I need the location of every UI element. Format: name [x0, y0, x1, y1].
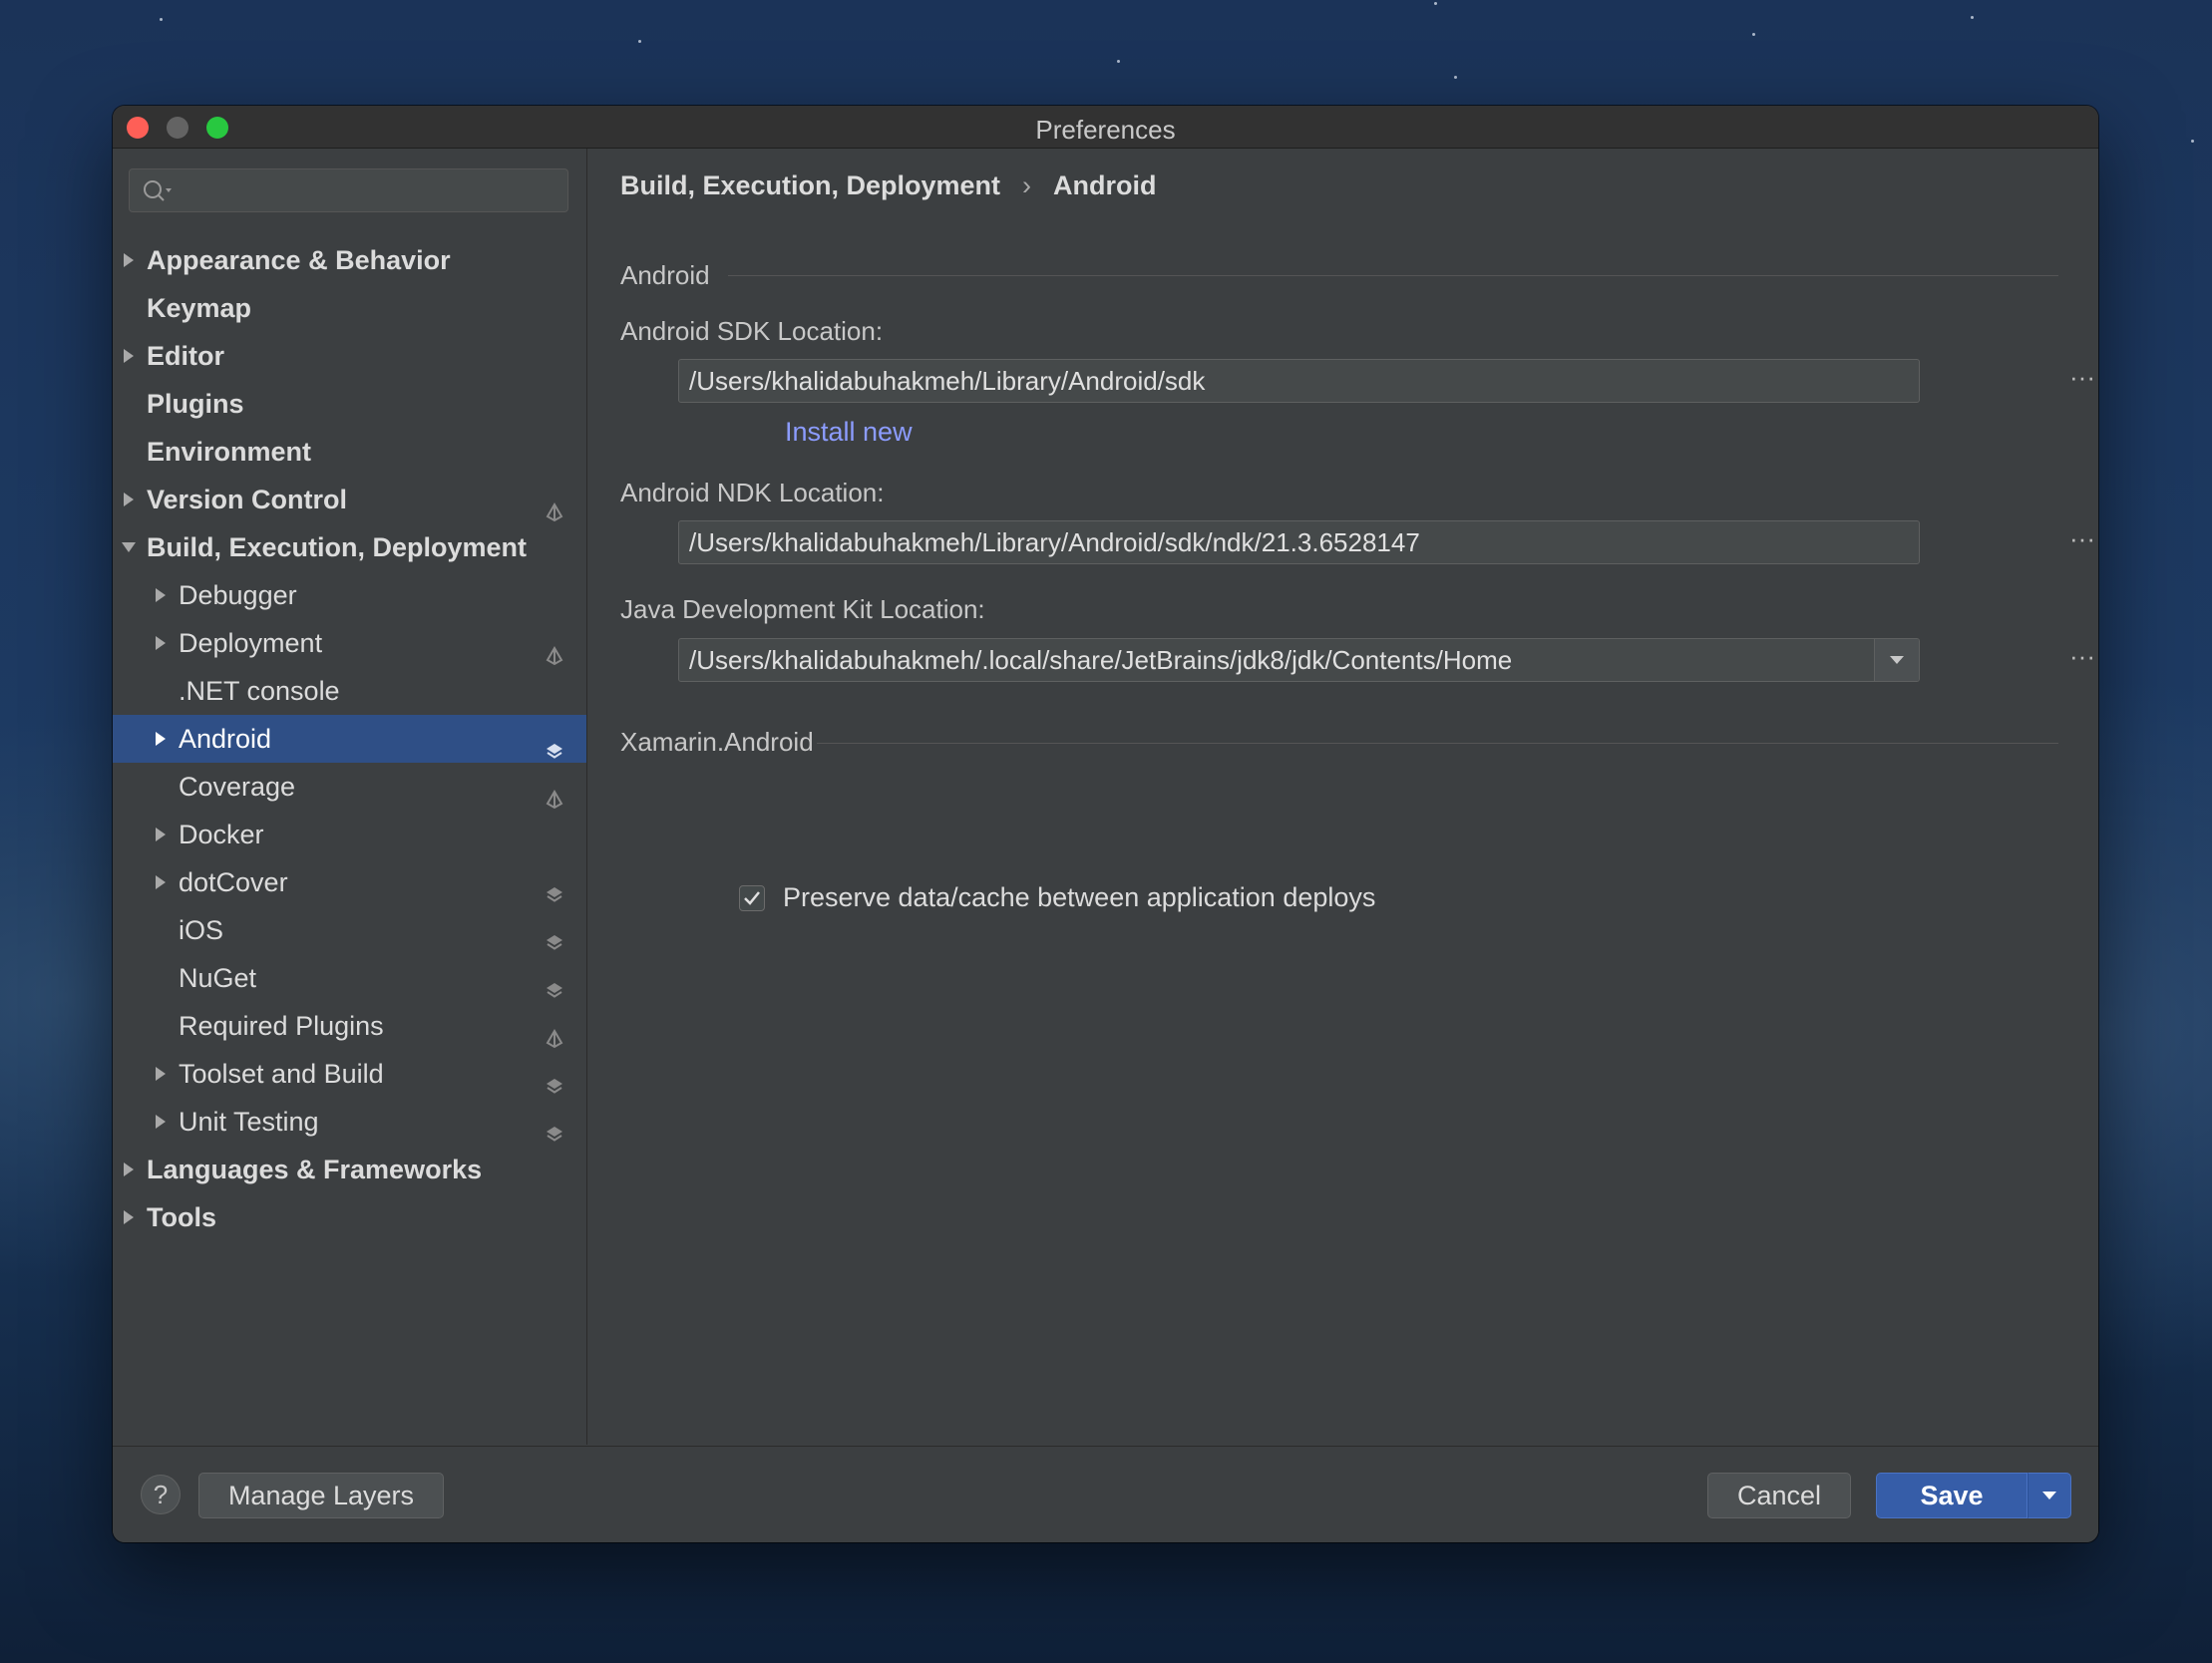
sidebar-item-tools[interactable]: Tools [113, 1193, 586, 1241]
sidebar-item-label: Build, Execution, Deployment [147, 532, 528, 562]
sidebar-item-label: Coverage [179, 772, 296, 802]
sidebar-item-android[interactable]: Android [113, 715, 586, 763]
preserve-data-checkbox[interactable] [739, 885, 765, 911]
settings-content: Build, Execution, Deployment › Android And… [587, 149, 2098, 1445]
jdk-location-label: Java Development Kit Location: [620, 594, 985, 624]
sidebar-item-required-plugins[interactable]: Required Plugins [113, 1002, 586, 1050]
window-title: Preferences [1035, 115, 1176, 145]
ndk-location-label: Android NDK Location: [620, 478, 885, 507]
preserve-data-label[interactable]: Preserve data/cache between application … [783, 882, 1375, 913]
xamarin-section-title: Xamarin.Android [620, 727, 814, 757]
chevron-down-icon [1890, 656, 1904, 664]
sidebar-item-plugins[interactable]: Plugins [113, 380, 586, 428]
breadcrumb-parent[interactable]: Build, Execution, Deployment [620, 170, 1000, 200]
sidebar-item-label: Unit Testing [179, 1107, 319, 1137]
breadcrumb: Build, Execution, Deployment › Android [620, 170, 1157, 201]
chevron-right-icon[interactable] [151, 1050, 171, 1098]
cancel-button[interactable]: Cancel [1707, 1473, 1851, 1518]
chevron-right-icon[interactable] [119, 332, 139, 380]
sidebar-item-label: Appearance & Behavior [147, 245, 451, 275]
sidebar-item-editor[interactable]: Editor [113, 332, 586, 380]
jdk-location-combobox[interactable]: /Users/khalidabuhakmeh/.local/share/JetB… [678, 638, 1920, 682]
sidebar-item-label: Deployment [179, 628, 323, 658]
chevron-right-icon[interactable] [119, 1193, 139, 1241]
sidebar-item-label: Environment [147, 437, 312, 467]
chevron-down-icon[interactable] [119, 523, 139, 571]
sidebar-item-debugger[interactable]: Debugger [113, 571, 586, 619]
sidebar-item-label: Plugins [147, 389, 244, 419]
sidebar-item-net-console[interactable]: .NET console [113, 667, 586, 715]
sidebar-item-label: Required Plugins [179, 1011, 384, 1041]
chevron-down-icon [2042, 1492, 2056, 1499]
chevron-right-icon[interactable] [151, 811, 171, 858]
chevron-right-icon[interactable] [151, 715, 171, 763]
chevron-right-icon[interactable] [119, 1146, 139, 1193]
search-icon [142, 178, 176, 209]
sidebar-item-label: Keymap [147, 293, 252, 323]
sidebar-item-toolset-and-build[interactable]: Toolset and Build [113, 1050, 586, 1098]
sidebar-item-label: Tools [147, 1202, 216, 1232]
checkmark-icon [744, 891, 760, 905]
jdk-dropdown-button[interactable] [1874, 639, 1919, 681]
sidebar-item-build-execution-deployment[interactable]: Build, Execution, Deployment [113, 523, 586, 571]
sidebar-item-keymap[interactable]: Keymap [113, 284, 586, 332]
sidebar-item-label: Editor [147, 341, 224, 371]
sidebar-item-label: Toolset and Build [179, 1059, 384, 1089]
chevron-right-icon[interactable] [119, 236, 139, 284]
jdk-location-value: /Users/khalidabuhakmeh/.local/share/JetB… [689, 645, 1513, 675]
manage-layers-button[interactable]: Manage Layers [198, 1473, 444, 1518]
settings-search-input[interactable] [129, 168, 568, 212]
title-bar: Preferences [113, 106, 2098, 149]
sidebar-item-label: Docker [179, 820, 264, 849]
breadcrumb-current: Android [1053, 170, 1157, 200]
save-options-dropdown[interactable] [2028, 1473, 2071, 1518]
ndk-location-field[interactable]: /Users/khalidabuhakmeh/Library/Android/s… [678, 520, 1920, 564]
sidebar-item-label: Debugger [179, 580, 297, 610]
sidebar-item-label: .NET console [179, 676, 340, 706]
sdk-location-field[interactable]: /Users/khalidabuhakmeh/Library/Android/s… [678, 359, 1920, 403]
ndk-browse-button[interactable]: ··· [2064, 523, 2098, 559]
jdk-browse-button[interactable]: ··· [2064, 641, 2098, 677]
sidebar-item-label: Version Control [147, 485, 348, 514]
sdk-location-label: Android SDK Location: [620, 316, 884, 346]
save-button[interactable]: Save [1876, 1473, 2028, 1518]
sidebar-item-version-control[interactable]: Version Control [113, 476, 586, 523]
breadcrumb-separator: › [1022, 170, 1032, 200]
settings-tree: Appearance & Behavior Keymap Editor Plugins… [113, 236, 586, 1241]
sidebar-item-dotcover[interactable]: dotCover [113, 858, 586, 906]
sdk-browse-button[interactable]: ··· [2064, 362, 2098, 398]
sidebar-item-label: dotCover [179, 867, 288, 897]
help-button[interactable]: ? [141, 1475, 181, 1514]
chevron-right-icon[interactable] [151, 619, 171, 667]
chevron-right-icon[interactable] [151, 858, 171, 906]
sidebar-item-label: iOS [179, 915, 224, 945]
sidebar-item-docker[interactable]: Docker [113, 811, 586, 858]
sidebar-item-ios[interactable]: iOS [113, 906, 586, 954]
sidebar-item-label: Languages & Frameworks [147, 1155, 483, 1184]
sidebar-item-label: NuGet [179, 963, 257, 993]
install-new-link[interactable]: Install new [785, 417, 913, 448]
sidebar-item-languages-frameworks[interactable]: Languages & Frameworks [113, 1146, 586, 1193]
sidebar-item-label: Android [179, 724, 272, 754]
chevron-right-icon[interactable] [151, 571, 171, 619]
sidebar-item-appearance-behavior[interactable]: Appearance & Behavior [113, 236, 586, 284]
xamarin-section-divider [817, 743, 2058, 744]
settings-sidebar: Appearance & Behavior Keymap Editor Plugins… [113, 149, 587, 1445]
sidebar-item-environment[interactable]: Environment [113, 428, 586, 476]
dialog-footer: ? Manage Layers Cancel Save [113, 1446, 2098, 1542]
sidebar-item-nuget[interactable]: NuGet [113, 954, 586, 1002]
android-section-divider [728, 275, 2058, 276]
android-section-title: Android [620, 260, 710, 290]
chevron-right-icon[interactable] [119, 476, 139, 523]
sidebar-item-deployment[interactable]: Deployment [113, 619, 586, 667]
sidebar-item-unit-testing[interactable]: Unit Testing [113, 1098, 586, 1146]
preferences-window: Preferences Appearance & Behavior Keymap E… [113, 106, 2098, 1542]
chevron-right-icon[interactable] [151, 1098, 171, 1146]
sidebar-item-coverage[interactable]: Coverage [113, 763, 586, 811]
